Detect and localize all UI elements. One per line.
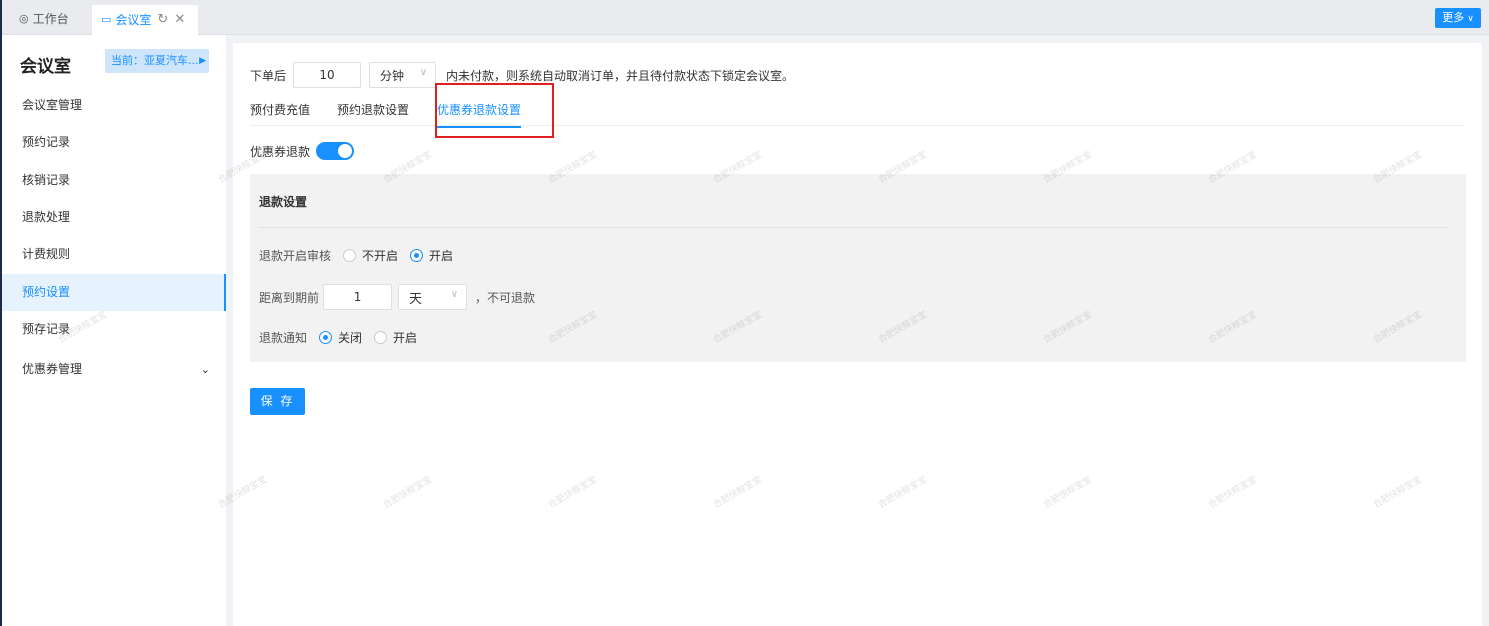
coupon-refund-toggle-row: 优惠券退款 (250, 142, 355, 160)
main-content: 下单后 10 分钟 ∨ 内未付款，则系统自动取消订单，并且待付款状态下锁定会议室… (233, 43, 1482, 626)
sidebar-item-label: 计费规则 (22, 247, 71, 261)
chevron-down-icon: ∨ (450, 289, 459, 300)
current-venue-label: 当前：亚夏汽车... (111, 54, 199, 67)
chevron-down-icon: ⌄ (200, 363, 210, 376)
tab-label: 会议室 (115, 13, 152, 27)
sidebar-item-booking-records[interactable]: 预约记录 (2, 124, 226, 161)
sidebar-item-room-management[interactable]: 会议室管理 (2, 87, 226, 124)
sidebar-item-label: 退款处理 (22, 210, 71, 224)
sidebar-item-billing-rules[interactable]: 计费规则 (2, 236, 226, 273)
chevron-down-icon: ∨ (419, 67, 428, 78)
sidebar-item-label: 预约记录 (22, 135, 71, 149)
current-venue-selector[interactable]: 当前：亚夏汽车... ▶ (105, 49, 209, 73)
sidebar-item-prepaid-records[interactable]: 预存记录 (2, 311, 226, 348)
sidebar-item-booking-settings[interactable]: 预约设置 (2, 274, 226, 311)
deadline-label: 距离到期前 (259, 290, 320, 305)
deadline-value-input[interactable]: 1 (323, 284, 393, 310)
radio-on[interactable] (410, 249, 424, 262)
sidebar-item-label: 预约设置 (22, 285, 71, 299)
caret-right-icon: ▶ (199, 56, 206, 66)
deadline-unit-select[interactable]: 天 ∨ (398, 284, 468, 310)
order-prefix-text: 下单后 (250, 68, 287, 83)
chevron-down-icon: ∨ (1467, 14, 1474, 24)
option-label: 关闭 (338, 331, 363, 345)
notify-row: 退款通知 关闭 开启 (259, 329, 429, 346)
order-minutes-input[interactable]: 10 (293, 62, 362, 88)
tab-label: 工作台 (32, 12, 69, 26)
refresh-icon[interactable]: ↻ (157, 6, 168, 34)
sidebar-item-label: 优惠券管理 (22, 362, 83, 376)
tab-workbench[interactable]: ◎ 工作台 (10, 5, 78, 33)
radio-off[interactable] (319, 331, 333, 344)
option-label: 开启 (429, 249, 454, 263)
sidebar-item-label: 预存记录 (22, 322, 71, 336)
sidebar-item-label: 会议室管理 (22, 98, 83, 112)
sidebar-item-coupon-management[interactable]: 优惠券管理 ⌄ (2, 351, 226, 388)
radio-on[interactable] (374, 331, 388, 344)
order-unit-value: 分钟 (380, 68, 405, 83)
panel-title: 退款设置 (259, 195, 308, 209)
panel-divider (259, 227, 1447, 228)
notify-option-off[interactable]: 关闭 (319, 329, 362, 346)
audit-option-on[interactable]: 开启 (410, 247, 453, 264)
audit-option-off[interactable]: 不开启 (343, 247, 398, 264)
tab-prepaid-recharge[interactable]: 预付费充值 (250, 101, 310, 118)
sidebar-item-label: 核销记录 (22, 173, 71, 187)
sidebar-title: 会议室 (20, 57, 71, 77)
deadline-unit-value: 天 (409, 291, 423, 307)
option-label: 不开启 (362, 249, 399, 263)
audit-label: 退款开启审核 (259, 249, 332, 263)
close-icon[interactable]: ✕ (174, 6, 185, 34)
option-label: 开启 (393, 331, 418, 345)
order-unit-select[interactable]: 分钟 ∨ (369, 62, 437, 88)
save-button[interactable]: 保 存 (250, 388, 305, 415)
monitor-icon: ▭ (101, 13, 112, 26)
deadline-suffix: ，不可退款 (475, 290, 536, 305)
radio-off[interactable] (343, 249, 357, 262)
tab-meeting-room[interactable]: ▭ 会议室 ↻ ✕ (92, 5, 198, 35)
coupon-refund-label: 优惠券退款 (250, 144, 311, 159)
sidebar-item-verification-records[interactable]: 核销记录 (2, 162, 226, 199)
tab-bar: ◎ 工作台 ▭ 会议室 ↻ ✕ 更多 ∨ (2, 0, 1489, 35)
switch-knob (338, 144, 353, 158)
sidebar-item-refund-processing[interactable]: 退款处理 (2, 199, 226, 236)
notify-option-on[interactable]: 开启 (374, 329, 417, 346)
dashboard-icon: ◎ (19, 12, 29, 25)
notify-label: 退款通知 (259, 331, 308, 345)
more-button[interactable]: 更多 ∨ (1435, 8, 1481, 28)
more-label: 更多 (1442, 11, 1465, 24)
order-suffix-text: 内未付款，则系统自动取消订单，并且待付款状态下锁定会议室。 (446, 68, 795, 83)
coupon-refund-switch[interactable] (316, 142, 355, 160)
tab-booking-refund-settings[interactable]: 预约退款设置 (337, 101, 409, 118)
refund-settings-panel: 退款设置 退款开启审核 不开启 开启 距离到期前 1 天 ∨ ，不可退款 退款通… (250, 174, 1466, 362)
highlight-box (435, 83, 554, 138)
settings-tabs: 预付费充值 预约退款设置 优惠券退款设置 (250, 95, 1465, 128)
deadline-row: 距离到期前 1 天 ∨ ，不可退款 (259, 284, 535, 310)
sidebar: 会议室 当前：亚夏汽车... ▶ 会议室管理 预约记录 核销记录 退款处理 计费… (2, 35, 226, 626)
audit-row: 退款开启审核 不开启 开启 (259, 247, 465, 264)
